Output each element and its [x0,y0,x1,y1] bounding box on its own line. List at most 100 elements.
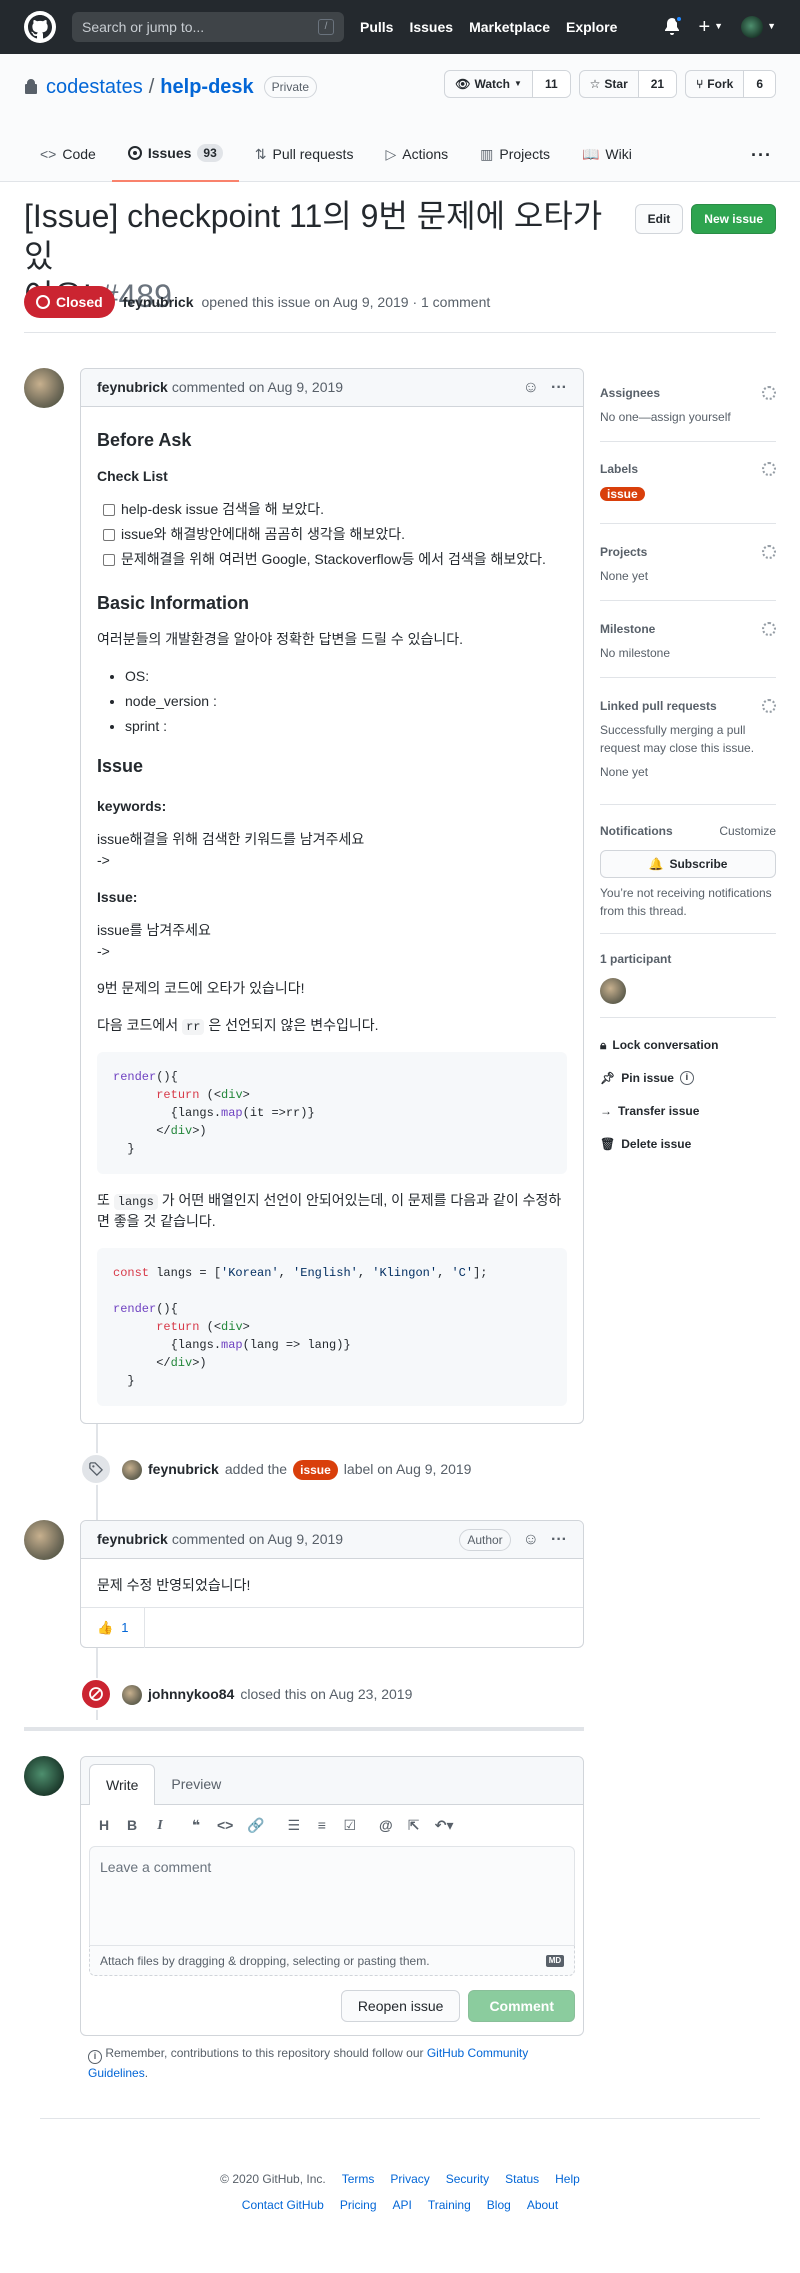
italic-icon[interactable]: I [153,1815,167,1836]
footer-link-pricing[interactable]: Pricing [340,2196,377,2214]
search-input[interactable]: Search or jump to... / [72,12,344,42]
delete-issue-button[interactable]: 🗑︎ Delete issue [600,1135,691,1153]
footer-link-about[interactable]: About [527,2196,558,2214]
comment-options-kebab-icon[interactable]: ··· [551,1528,567,1552]
footer-link-status[interactable]: Status [505,2170,539,2188]
tab-preview[interactable]: Preview [155,1764,237,1804]
mention-icon[interactable]: @ [379,1815,393,1836]
transfer-issue-button[interactable]: → Transfer issue [600,1102,699,1120]
more-tabs-kebab-icon[interactable]: ··· [751,142,772,169]
notifications-bell-icon[interactable] [664,15,684,36]
comment-header: feynubrick commented on Aug 9, 2019 ☺ ··… [81,369,583,407]
event-author[interactable]: johnnykoo84 [148,1684,234,1705]
footer-link-blog[interactable]: Blog [487,2196,511,2214]
edit-title-button[interactable]: Edit [634,204,684,234]
lock-conversation-button[interactable]: 🔒︎ Lock conversation [600,1036,718,1054]
participant-avatar[interactable] [600,978,626,1004]
tab-code[interactable]: <> Code [24,126,112,182]
issue-closed-icon [36,295,50,309]
labels-heading[interactable]: Labels [600,460,638,478]
repo-owner-link[interactable]: codestates [46,72,143,102]
inline-code: langs [113,1194,158,1210]
fork-button[interactable]: ⑂ Fork 6 [685,70,776,98]
nav-issues[interactable]: Issues [409,17,453,38]
book-icon: 📖 [581,145,600,162]
customize-link[interactable]: Customize [719,822,776,840]
create-new-plus-icon[interactable]: + ▼ [698,12,723,42]
sidebar-notifications: Notifications Customize 🔔 Subscribe You’re… [600,822,776,934]
issue-author-link[interactable]: feynubrick [123,292,194,313]
tab-pull-requests[interactable]: ⇅ Pull requests [239,126,370,182]
heading-icon[interactable]: H [97,1815,111,1836]
footer-link-security[interactable]: Security [446,2170,489,2188]
task-list-icon[interactable]: ☑ [343,1815,357,1836]
pin-issue-button[interactable]: 📌︎ Pin issue i [600,1069,694,1087]
linked-prs-heading[interactable]: Linked pull requests [600,697,717,715]
comment-author[interactable]: feynubrick [97,377,168,398]
markdown-icon[interactable]: MD [546,1954,564,1967]
checkbox[interactable] [103,553,115,566]
tab-label: Pull requests [272,145,354,162]
attach-files-bar[interactable]: Attach files by dragging & dropping, sel… [89,1946,575,1976]
repo-name-link[interactable]: help-desk [160,72,253,102]
code-icon[interactable]: <> [217,1815,233,1836]
tab-write[interactable]: Write [89,1764,156,1805]
subscribe-button[interactable]: 🔔 Subscribe [600,850,776,878]
footer-link-terms[interactable]: Terms [342,2170,375,2188]
gear-icon[interactable] [762,386,776,400]
footer-link-training[interactable]: Training [428,2196,471,2214]
star-count[interactable]: 21 [638,71,677,97]
bullet-list-icon[interactable]: ☰ [287,1815,301,1836]
author-avatar[interactable] [24,1520,64,1560]
quote-icon[interactable]: ❝ [189,1815,203,1836]
gear-icon[interactable] [762,622,776,636]
add-reaction-smiley-icon[interactable]: ☺ [523,1528,539,1552]
numbered-list-icon[interactable]: ≡ [315,1815,329,1836]
thumbs-up-reaction[interactable]: 👍 1 [81,1607,146,1648]
gear-icon[interactable] [762,699,776,713]
cross-reference-icon[interactable]: ⇱ [407,1815,421,1836]
checkbox[interactable] [103,503,115,516]
fork-count[interactable]: 6 [744,71,775,97]
bold-icon[interactable]: B [125,1815,139,1836]
gear-icon[interactable] [762,462,776,476]
tab-actions[interactable]: ▷ Actions [369,126,464,182]
label-badge[interactable]: issue [600,487,645,501]
watch-count[interactable]: 11 [532,71,570,97]
event-avatar[interactable] [122,1459,142,1480]
footer-link-help[interactable]: Help [555,2170,580,2188]
link-icon[interactable]: 🔗 [247,1815,264,1836]
saved-replies-icon[interactable]: ↶▾ [435,1815,454,1836]
assignees-heading[interactable]: Assignees [600,384,660,402]
assignees-value[interactable]: No one—assign yourself [600,408,776,426]
comment-author[interactable]: feynubrick [97,1529,168,1550]
comment-button[interactable]: Comment [468,1990,575,2022]
nav-explore[interactable]: Explore [566,17,617,38]
comment-options-kebab-icon[interactable]: ··· [551,376,567,400]
reopen-issue-button[interactable]: Reopen issue [340,1990,461,2022]
user-menu[interactable]: ▼ [741,16,776,38]
footer-link-contact[interactable]: Contact GitHub [242,2196,324,2214]
watch-button[interactable]: 👁 Watch ▼ 11 [444,70,571,98]
nav-marketplace[interactable]: Marketplace [469,17,550,38]
footer-link-privacy[interactable]: Privacy [390,2170,429,2188]
tab-projects[interactable]: ▥ Projects [464,126,566,182]
new-issue-button[interactable]: New issue [691,204,776,234]
comment-textarea[interactable]: Leave a comment [89,1846,575,1946]
nav-pulls[interactable]: Pulls [360,17,393,38]
event-avatar[interactable] [122,1684,142,1705]
tab-wiki[interactable]: 📖 Wiki [566,126,648,182]
checkbox[interactable] [103,528,115,541]
add-reaction-smiley-icon[interactable]: ☺ [523,376,539,400]
gear-icon[interactable] [762,545,776,559]
tab-issues[interactable]: Issues 93 [111,126,239,182]
github-logo-icon[interactable] [24,11,56,43]
event-author[interactable]: feynubrick [148,1459,219,1480]
comment: feynubrick commented on Aug 9, 2019 Auth… [80,1520,584,1648]
projects-heading[interactable]: Projects [600,543,647,561]
author-avatar[interactable] [24,368,64,408]
milestone-heading[interactable]: Milestone [600,620,655,638]
star-button[interactable]: ☆ Star 21 [578,70,678,98]
footer-link-api[interactable]: API [393,2196,412,2214]
issue-label-badge[interactable]: issue [293,1459,338,1480]
